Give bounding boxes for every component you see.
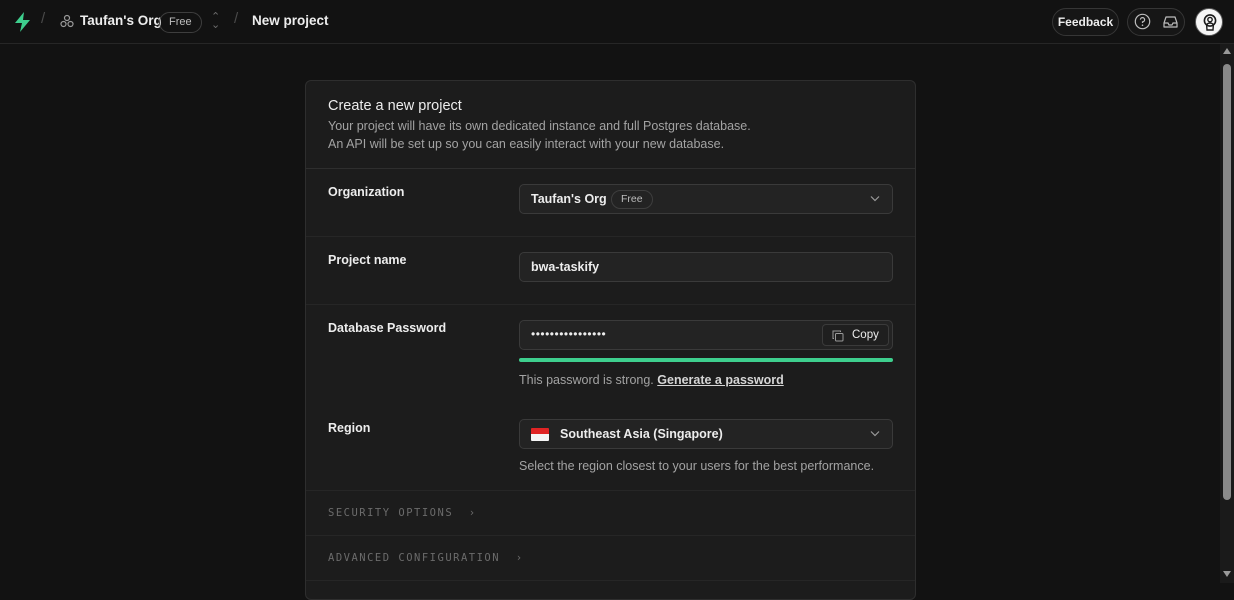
copy-label: Copy	[852, 329, 879, 341]
card-title: Create a new project	[328, 98, 462, 114]
password-strength-hint: This password is strong. Generate a pass…	[519, 373, 784, 387]
password-strength-bar	[519, 358, 893, 362]
copy-icon	[832, 330, 844, 342]
plan-badge: Free	[159, 12, 202, 33]
security-options-label: SECURITY OPTIONS	[328, 507, 454, 519]
database-password-label: Database Password	[328, 321, 447, 335]
chevron-right-icon: ›	[460, 507, 477, 519]
card-description-line2: An API will be set up so you can easily …	[328, 137, 725, 151]
project-name-row: Project name bwa-taskify	[306, 237, 915, 305]
supabase-logo-icon[interactable]	[13, 12, 32, 32]
project-name-label: Project name	[328, 253, 407, 267]
page-title: New project	[252, 13, 329, 28]
user-avatar[interactable]	[1195, 8, 1223, 36]
switch-org-icon[interactable]: ⌃ ⌄	[211, 12, 220, 31]
copy-password-button[interactable]: Copy	[822, 324, 889, 346]
singapore-flag-icon	[531, 428, 549, 441]
region-hint: Select the region closest to your users …	[519, 459, 875, 473]
help-icon[interactable]	[1134, 13, 1151, 30]
advanced-configuration-toggle[interactable]: ADVANCED CONFIGURATION ›	[328, 552, 524, 564]
region-value: Southeast Asia (Singapore)	[560, 427, 723, 441]
organization-select[interactable]: Taufan's Org Free	[519, 184, 893, 214]
database-password-row: Database Password •••••••••••••••• Copy …	[306, 305, 915, 405]
chevron-down-icon	[870, 196, 880, 202]
region-row: Region Southeast Asia (Singapore) Select…	[306, 405, 915, 491]
scroll-down-arrow-icon[interactable]	[1223, 571, 1231, 577]
scroll-up-arrow-icon[interactable]	[1223, 48, 1231, 54]
database-password-input[interactable]: •••••••••••••••• Copy	[519, 320, 893, 350]
organization-icon	[60, 14, 74, 28]
inbox-icon[interactable]	[1162, 14, 1179, 30]
card-description-line1: Your project will have its own dedicated…	[328, 119, 751, 133]
breadcrumb-separator: /	[234, 10, 239, 27]
organization-plan-badge: Free	[611, 190, 653, 209]
org-name[interactable]: Taufan's Org	[80, 13, 162, 28]
generate-password-link[interactable]: Generate a password	[657, 373, 783, 387]
new-project-card: Create a new project Your project will h…	[305, 80, 916, 600]
top-navigation-bar: / Taufan's Org Free ⌃ ⌄ / New project Fee…	[0, 0, 1234, 44]
region-select[interactable]: Southeast Asia (Singapore)	[519, 419, 893, 449]
scrollbar-thumb[interactable]	[1223, 64, 1231, 500]
security-options-section[interactable]: SECURITY OPTIONS ›	[306, 491, 915, 536]
organization-label: Organization	[328, 185, 405, 199]
user-profile-icon	[1203, 14, 1217, 31]
breadcrumb-separator: /	[41, 10, 46, 27]
password-strength-text: This password is strong.	[519, 373, 654, 387]
feedback-button[interactable]: Feedback	[1052, 8, 1119, 36]
security-options-toggle[interactable]: SECURITY OPTIONS ›	[328, 507, 477, 519]
organization-row: Organization Taufan's Org Free	[306, 169, 915, 237]
organization-value: Taufan's Org	[531, 192, 607, 206]
chevron-down-icon	[870, 431, 880, 437]
card-header: Create a new project Your project will h…	[306, 81, 915, 169]
advanced-configuration-label: ADVANCED CONFIGURATION	[328, 552, 501, 564]
advanced-configuration-section[interactable]: ADVANCED CONFIGURATION ›	[306, 536, 915, 581]
project-name-value: bwa-taskify	[531, 260, 600, 274]
project-name-input[interactable]: bwa-taskify	[519, 252, 893, 282]
region-label: Region	[328, 421, 371, 435]
chevron-right-icon: ›	[507, 552, 524, 564]
password-masked-value: ••••••••••••••••	[531, 327, 607, 341]
